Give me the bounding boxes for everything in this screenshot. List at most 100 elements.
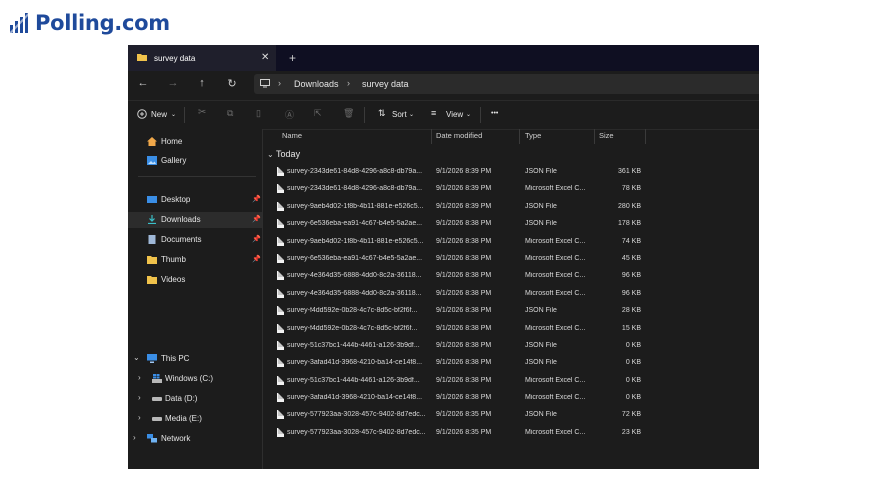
file-row[interactable]: survey-4e364d35-6888-4dd0-8c2a-36118... 9…: [263, 286, 759, 303]
delete-icon[interactable]: 🗑: [343, 108, 354, 119]
column-divider[interactable]: [645, 129, 646, 144]
new-button[interactable]: New: [151, 110, 167, 119]
logo-mark-icon: [9, 12, 29, 34]
sidebar-item-media-e[interactable]: › Media (E:): [128, 411, 262, 427]
cut-icon[interactable]: ✂: [198, 107, 206, 118]
breadcrumb-survey-data[interactable]: survey data: [362, 79, 409, 89]
column-header-date[interactable]: Date modified: [436, 131, 482, 140]
back-arrow-icon[interactable]: ←: [136, 77, 150, 89]
sidebar-item-data-d[interactable]: › Data (D:): [128, 391, 262, 407]
file-row[interactable]: survey-577923aa-3028-457c-9402-8d7edc...…: [263, 407, 759, 424]
file-type: JSON File: [525, 168, 557, 175]
file-row[interactable]: survey-577923aa-3028-457c-9402-8d7edc...…: [263, 425, 759, 442]
up-arrow-icon[interactable]: ↑: [195, 77, 209, 89]
sidebar-divider: [138, 176, 256, 177]
monitor-icon: [260, 79, 270, 90]
file-date-modified: 9/1/2026 8:38 PM: [436, 394, 492, 402]
sidebar-item-label: Desktop: [161, 195, 191, 204]
file-row[interactable]: survey-3afad41d-3968-4210-ba14-ce14f8...…: [263, 390, 759, 407]
chevron-down-icon[interactable]: ⌄: [133, 353, 140, 362]
file-type: JSON File: [525, 411, 557, 419]
file-date-modified: 9/1/2026 8:38 PM: [436, 289, 492, 297]
file-type: Microsoft Excel C...: [525, 185, 586, 193]
paste-icon[interactable]: ▯: [256, 108, 261, 119]
file-row[interactable]: survey-2343de61-84d8-4296-a8c8-db79a... 9…: [263, 181, 759, 198]
file-date-modified: 9/1/2026 8:39 PM: [436, 202, 492, 210]
column-divider[interactable]: [594, 129, 595, 144]
file-row[interactable]: survey-51c37bc1-444b-4461-a126-3b9df... 9…: [263, 373, 759, 390]
file-icon: [277, 236, 284, 246]
sidebar-item-videos[interactable]: Videos: [128, 272, 262, 288]
file-size: 96 KB: [621, 272, 641, 280]
copy-icon[interactable]: ⧉: [227, 108, 233, 119]
home-icon: [147, 137, 157, 146]
sidebar-item-network[interactable]: › Network: [128, 431, 262, 447]
sidebar-item-gallery[interactable]: Gallery: [128, 153, 262, 169]
drive-icon: [152, 394, 162, 403]
chevron-right-icon[interactable]: ›: [138, 373, 141, 382]
file-row[interactable]: survey-f4dd592e-0b28-4c7c-8d5c-bf2f6f...…: [263, 303, 759, 320]
file-name: survey-9aeb4d02-1f8b-4b11-881e-e526c5...: [287, 202, 424, 210]
file-icon: [277, 410, 284, 420]
column-header-size[interactable]: Size: [599, 131, 614, 140]
chevron-right-icon[interactable]: ›: [138, 393, 141, 402]
file-row[interactable]: survey-51c37bc1-444b-4461-a126-3b9df... 9…: [263, 338, 759, 355]
share-icon[interactable]: ⇱: [314, 108, 322, 119]
file-size: 0 KB: [625, 376, 641, 384]
file-name: survey-3afad41d-3968-4210-ba14-ce14f8...: [287, 394, 423, 402]
file-row[interactable]: survey-2343de61-84d8-4296-a8c8-db79a... 9…: [263, 164, 759, 181]
address-bar[interactable]: › Downloads › survey data: [254, 74, 759, 94]
brand-logo: Polling.com: [9, 11, 170, 35]
file-rows: survey-2343de61-84d8-4296-a8c8-db79a... 9…: [263, 164, 759, 442]
file-row[interactable]: survey-4e364d35-6888-4dd0-8c2a-36118... 9…: [263, 268, 759, 285]
file-type: JSON File: [525, 202, 557, 210]
file-date-modified: 9/1/2026 8:38 PM: [436, 341, 492, 349]
tab-survey-data[interactable]: survey data ✕: [128, 45, 276, 71]
document-icon: [147, 235, 157, 244]
file-name: survey-6e536eba-ea91-4c67-b4e5-5a2ae...: [287, 254, 423, 262]
more-options-button[interactable]: •••: [491, 110, 498, 117]
pin-icon: 📌: [252, 256, 261, 263]
group-header-today[interactable]: ⌄ Today: [267, 149, 300, 159]
windows-drive-icon: [152, 374, 162, 383]
view-button[interactable]: View: [446, 110, 463, 119]
rename-icon[interactable]: Ⓐ: [285, 108, 294, 121]
sidebar-item-thumb[interactable]: Thumb 📌: [128, 252, 262, 268]
file-name: survey-2343de61-84d8-4296-a8c8-db79a...: [287, 185, 423, 193]
breadcrumb-downloads[interactable]: Downloads: [294, 79, 339, 89]
file-row[interactable]: survey-6e536eba-ea91-4c67-b4e5-5a2ae... 9…: [263, 251, 759, 268]
chevron-down-icon: ⌄: [267, 150, 274, 159]
sidebar-item-downloads[interactable]: Downloads 📌: [128, 212, 262, 228]
sidebar-item-home[interactable]: Home: [128, 134, 262, 150]
file-name: survey-51c37bc1-444b-4461-a126-3b9df...: [287, 341, 420, 349]
file-icon: [277, 393, 284, 403]
file-row[interactable]: survey-f4dd592e-0b28-4c7c-8d5c-bf2f6f...…: [263, 321, 759, 338]
file-name: survey-4e364d35-6888-4dd0-8c2a-36118...: [287, 289, 422, 297]
sidebar-item-windows-c[interactable]: › Windows (C:): [128, 371, 262, 387]
chevron-down-icon: ⌄: [171, 112, 177, 118]
chevron-right-icon[interactable]: ›: [138, 413, 141, 422]
close-tab-icon[interactable]: ✕: [261, 52, 269, 63]
new-tab-button[interactable]: +: [289, 51, 296, 65]
sidebar-item-this-pc[interactable]: ⌄ This PC: [128, 351, 262, 367]
file-type: Microsoft Excel C...: [525, 272, 586, 280]
sort-button[interactable]: Sort: [392, 110, 407, 119]
column-divider[interactable]: [431, 129, 432, 144]
file-row[interactable]: survey-6e536eba-ea91-4c67-b4e5-5a2ae... 9…: [263, 216, 759, 233]
chevron-right-icon[interactable]: ›: [133, 433, 136, 442]
column-divider[interactable]: [519, 129, 520, 144]
file-row[interactable]: survey-3afad41d-3968-4210-ba14-ce14f8...…: [263, 355, 759, 372]
file-row[interactable]: survey-9aeb4d02-1f8b-4b11-881e-e526c5...…: [263, 199, 759, 216]
sidebar-item-documents[interactable]: Documents 📌: [128, 232, 262, 248]
refresh-icon[interactable]: ↻: [225, 77, 239, 90]
file-name: survey-51c37bc1-444b-4461-a126-3b9df...: [287, 376, 420, 384]
file-row[interactable]: survey-9aeb4d02-1f8b-4b11-881e-e526c5...…: [263, 234, 759, 251]
forward-arrow-icon[interactable]: →: [166, 77, 180, 89]
file-size: 72 KB: [621, 411, 641, 419]
column-header-name[interactable]: Name: [282, 131, 302, 140]
sidebar-item-desktop[interactable]: Desktop 📌: [128, 192, 262, 208]
file-name: survey-f4dd592e-0b28-4c7c-8d5c-bf2f6f...: [287, 324, 418, 332]
sidebar-item-label: Gallery: [161, 156, 187, 165]
column-header-type[interactable]: Type: [525, 131, 541, 140]
desktop-icon: [147, 195, 157, 204]
